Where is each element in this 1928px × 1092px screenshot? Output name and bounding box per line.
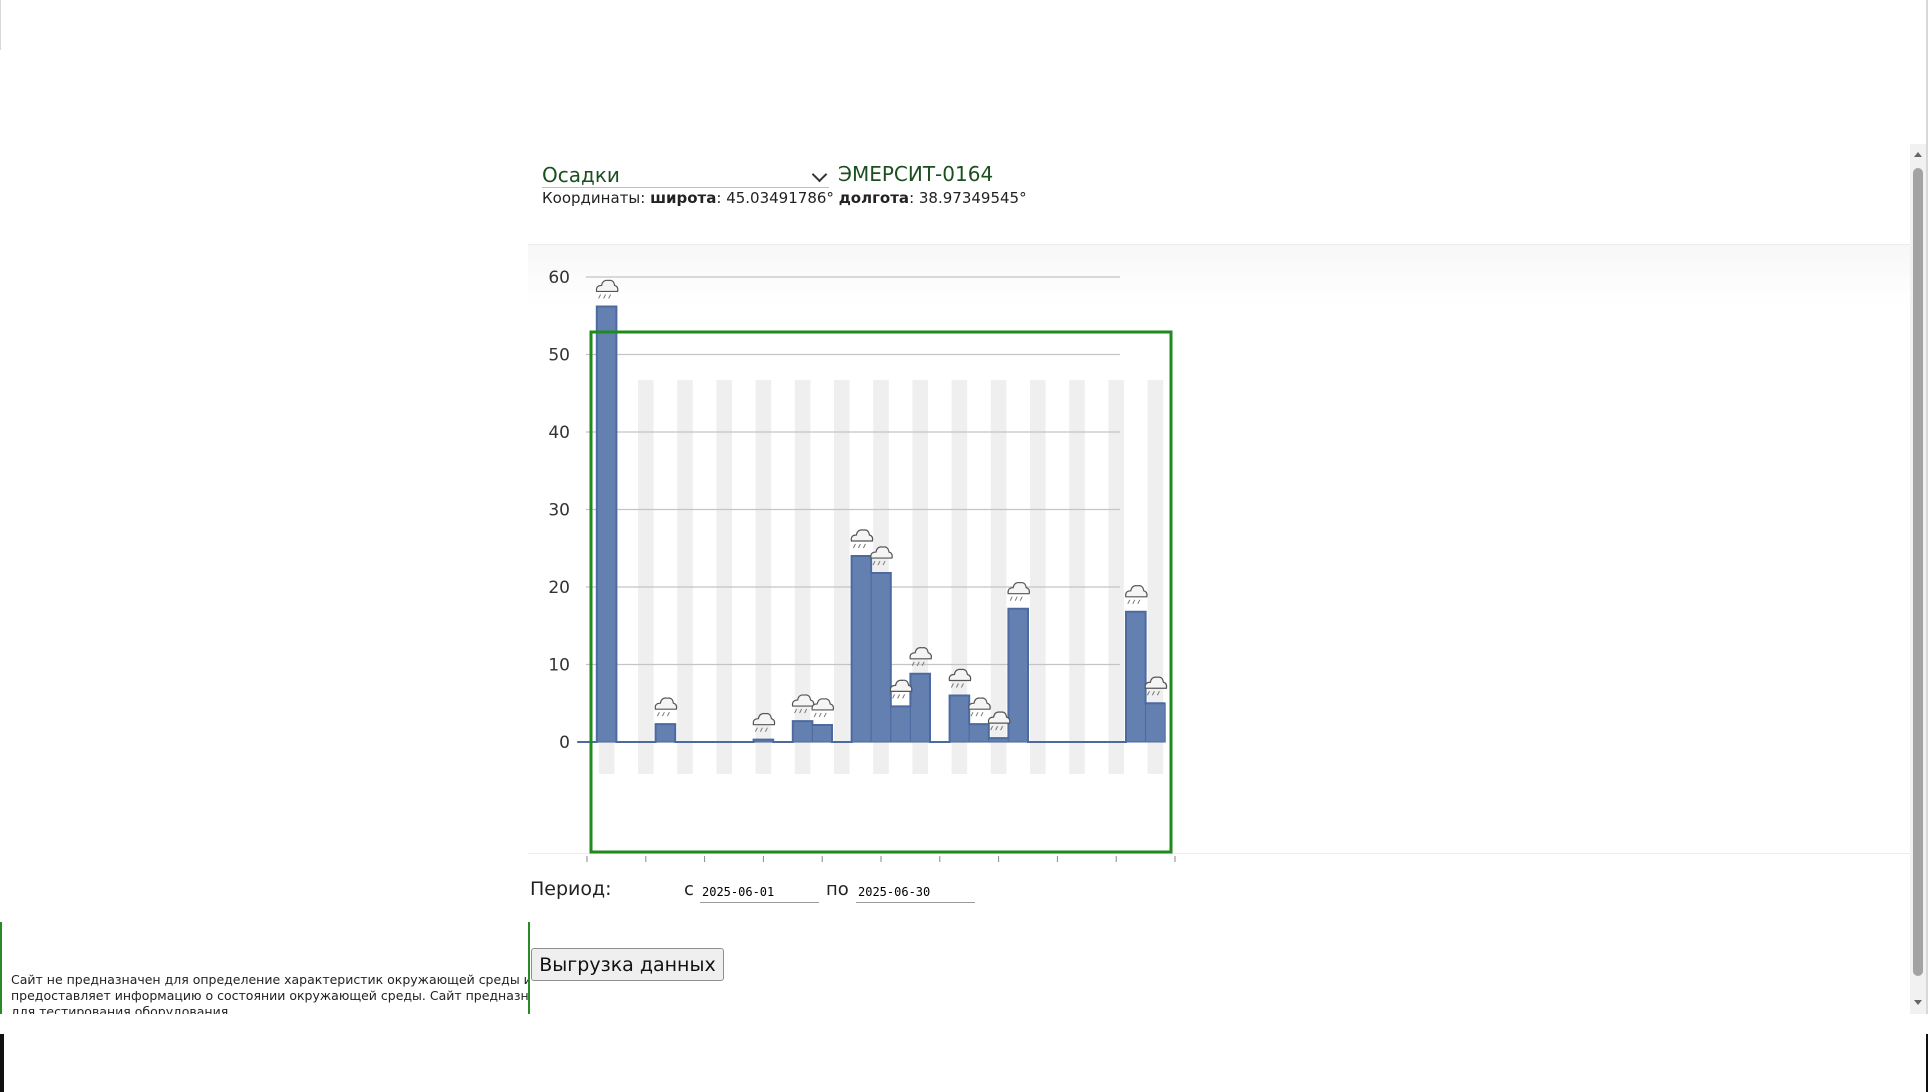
- rain-cloud-icon: [595, 279, 619, 299]
- precip-bar: [1145, 702, 1166, 743]
- day-stripe: [1069, 380, 1085, 774]
- coordinates-line: Координаты: широта: 45.03491786° долгота…: [542, 189, 1027, 207]
- precip-bar: [949, 695, 970, 743]
- latitude-label: широта: [650, 189, 717, 207]
- precip-bar: [596, 305, 617, 743]
- day-stripe: [794, 380, 811, 774]
- rain-cloud-icon: [654, 697, 678, 717]
- scroll-down-arrow-icon[interactable]: [1914, 1000, 1922, 1005]
- precip-bar: [909, 673, 931, 743]
- y-tick-label: 50: [548, 346, 570, 366]
- day-stripe: [834, 380, 850, 774]
- station-name: ЭМЕРСИТ-0164: [838, 162, 994, 186]
- precip-bar: [870, 572, 892, 743]
- longitude-value: : 38.97349545°: [909, 189, 1027, 207]
- y-tick-label: 40: [548, 423, 570, 443]
- period-label: Период:: [530, 878, 612, 900]
- precip-bar: [890, 705, 911, 743]
- bottom-area: [0, 1014, 1928, 1092]
- precipitation-chart: 0102030405060Jun01Jun04Jun07Jun10Jun13Ju…: [548, 268, 1176, 862]
- y-tick-label: 30: [548, 501, 570, 521]
- precip-bar: [968, 723, 990, 743]
- scroll-up-arrow-icon[interactable]: [1914, 152, 1922, 157]
- day-stripe: [1030, 380, 1046, 774]
- rain-cloud-icon: [1125, 585, 1148, 605]
- period-from-label: с: [684, 879, 694, 900]
- disclaimer-text: Сайт не предназначен для определение хар…: [11, 972, 530, 1014]
- coordinates-prefix: Координаты:: [542, 189, 646, 207]
- y-tick-label: 0: [559, 733, 570, 753]
- latitude-value: : 45.03491786°: [716, 189, 834, 207]
- parameter-select[interactable]: Осадки: [542, 163, 829, 188]
- y-tick-label: 60: [548, 268, 570, 288]
- precip-bar: [851, 555, 872, 743]
- day-stripe: [716, 380, 732, 774]
- precip-bar: [811, 724, 833, 743]
- longitude-label: долгота: [838, 189, 910, 207]
- left-blank-area: [0, 144, 528, 1014]
- day-stripe: [638, 380, 654, 774]
- period-to-input[interactable]: [856, 882, 975, 903]
- rain-cloud-icon: [968, 697, 991, 717]
- browser-top-area: [0, 0, 1928, 144]
- precip-bar: [792, 720, 813, 743]
- precip-bar: [1125, 611, 1147, 743]
- day-stripe: [1108, 380, 1124, 774]
- rain-cloud-icon: [889, 679, 913, 699]
- y-tick-label: 10: [548, 656, 570, 676]
- chevron-down-icon: [811, 166, 828, 183]
- page-scrollbar[interactable]: [1910, 144, 1926, 1014]
- rain-cloud-icon: [811, 698, 834, 718]
- day-stripe: [677, 380, 693, 774]
- export-data-button[interactable]: Выгрузка данных: [531, 948, 724, 981]
- precip-bar: [655, 723, 676, 743]
- period-from-input[interactable]: [700, 882, 819, 903]
- window-edge: [0, 0, 1, 50]
- rain-cloud-icon: [850, 529, 874, 549]
- scroll-thumb[interactable]: [1913, 168, 1923, 976]
- parameter-select-value: Осадки: [542, 163, 620, 187]
- period-to-label: по: [826, 879, 849, 900]
- page-viewport: Осадки ЭМЕРСИТ-0164 Координаты: широта: …: [528, 144, 1910, 1014]
- disclaimer-banner: Сайт не предназначен для определение хар…: [0, 922, 530, 1014]
- precip-bar: [1007, 608, 1029, 743]
- y-tick-label: 20: [548, 578, 570, 598]
- bottom-frame-left: [0, 1034, 4, 1092]
- rain-cloud-icon: [1007, 581, 1030, 601]
